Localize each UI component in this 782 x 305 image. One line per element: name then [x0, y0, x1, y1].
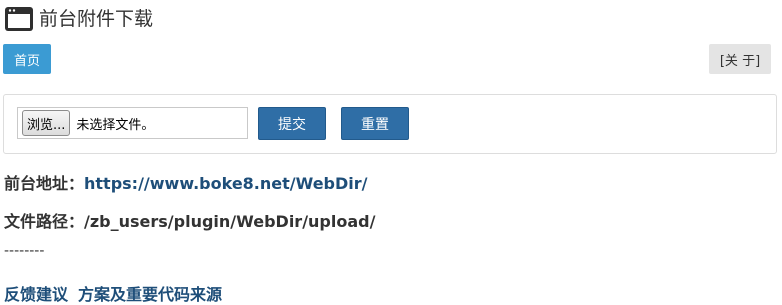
- browse-button[interactable]: 浏览...: [22, 110, 71, 136]
- home-button[interactable]: 首页: [3, 44, 51, 74]
- file-input[interactable]: 浏览... 未选择文件。: [17, 107, 248, 139]
- file-path-value: /zb_users/plugin/WebDir/upload/: [84, 212, 376, 231]
- feedback-link[interactable]: 反馈建议: [4, 285, 68, 304]
- browser-window-icon: [5, 7, 33, 31]
- upload-form-panel: 浏览... 未选择文件。 提交 重置: [3, 94, 777, 154]
- page-title: 前台附件下载: [39, 8, 154, 30]
- submit-button[interactable]: 提交: [258, 107, 326, 140]
- file-path-label: 文件路径：: [4, 212, 85, 231]
- separator-text: --------: [4, 243, 45, 259]
- about-button[interactable]: [关 于]: [709, 44, 771, 74]
- frontend-address-line: 前台地址：https://www.boke8.net/WebDir/: [4, 170, 368, 194]
- footer-links: 反馈建议 方案及重要代码来源: [4, 281, 222, 305]
- file-status-text: 未选择文件。: [76, 117, 155, 133]
- page-header: 前台附件下载: [4, 4, 153, 34]
- file-path-line: 文件路径：/zb_users/plugin/WebDir/upload/: [4, 208, 375, 232]
- reset-button[interactable]: 重置: [341, 107, 409, 140]
- frontend-address-label: 前台地址：: [4, 174, 85, 193]
- source-link[interactable]: 方案及重要代码来源: [78, 285, 222, 304]
- frontend-address-link[interactable]: https://www.boke8.net/WebDir/: [84, 174, 367, 193]
- page-root: 前台附件下载 首页 [关 于] 浏览... 未选择文件。 提交 重置 前台地址：…: [0, 0, 782, 305]
